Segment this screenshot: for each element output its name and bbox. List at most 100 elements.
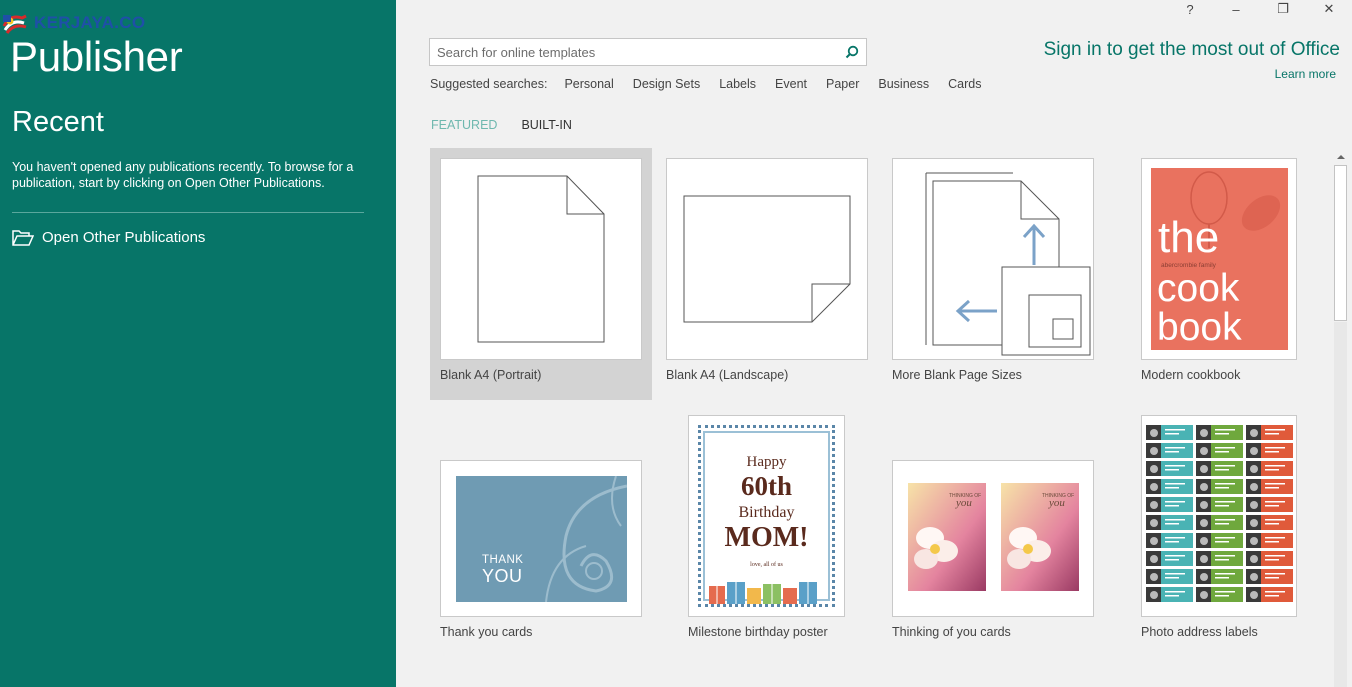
recent-empty-message: You haven't opened any publications rece… — [12, 160, 354, 190]
flower-photo-illustration — [908, 483, 986, 591]
thank-you-line1: THANK — [482, 554, 524, 566]
address-label — [1246, 587, 1293, 602]
address-label — [1196, 551, 1243, 566]
address-label — [1196, 533, 1243, 548]
open-other-publications-button[interactable]: Open Other Publications — [12, 229, 205, 246]
template-thumbnail — [892, 158, 1094, 360]
open-other-label: Open Other Publications — [42, 229, 206, 246]
restore-button[interactable]: ❐ — [1268, 0, 1298, 18]
suggested-paper-link[interactable]: Paper — [826, 77, 859, 91]
template-caption: Blank A4 (Landscape) — [666, 368, 789, 382]
suggested-event-link[interactable]: Event — [775, 77, 807, 91]
address-labels-grid — [1146, 425, 1293, 602]
address-label — [1146, 443, 1193, 458]
address-label — [1196, 515, 1243, 530]
suggested-personal-link[interactable]: Personal — [564, 77, 613, 91]
help-button[interactable]: ? — [1175, 0, 1205, 18]
address-label — [1246, 533, 1293, 548]
recent-heading: Recent — [12, 106, 104, 138]
address-label — [1196, 569, 1243, 584]
blank-landscape-page-icon — [683, 195, 851, 323]
address-label — [1196, 479, 1243, 494]
suggested-searches: Suggested searches: Personal Design Sets… — [430, 77, 1000, 91]
scrollbar-track-lower[interactable] — [1334, 322, 1347, 687]
scrollbar-thumb[interactable] — [1334, 165, 1347, 321]
cookbook-title-cook: cook — [1157, 267, 1240, 310]
search-input[interactable] — [430, 39, 830, 65]
close-button[interactable]: ✕ — [1314, 0, 1344, 18]
template-caption: Photo address labels — [1141, 625, 1258, 639]
template-caption: More Blank Page Sizes — [892, 368, 1022, 382]
template-thumbnail — [1141, 415, 1297, 617]
template-thumbnail — [666, 158, 868, 360]
thinking-card-right: THINKING OF you — [1001, 483, 1079, 591]
blank-portrait-page-icon — [477, 175, 605, 343]
address-label — [1146, 425, 1193, 440]
template-thumbnail — [440, 158, 642, 360]
address-label — [1146, 497, 1193, 512]
template-search-box — [429, 38, 867, 66]
birthday-sign: love, all of us — [750, 562, 783, 568]
address-label — [1146, 551, 1193, 566]
cookbook-title-book: book — [1157, 306, 1242, 349]
learn-more-link[interactable]: Learn more — [1275, 67, 1336, 81]
template-caption: Modern cookbook — [1141, 368, 1241, 382]
birthday-age: 60th — [740, 471, 792, 501]
watermark: KERJAYA.CO — [2, 12, 145, 34]
gift-boxes-illustration — [709, 582, 817, 604]
template-caption: Thinking of you cards — [892, 625, 1011, 639]
address-label — [1196, 461, 1243, 476]
thinking-card-left: THINKING OF you — [908, 483, 986, 591]
sidebar-divider — [12, 212, 364, 213]
flag-logo-icon — [2, 14, 27, 34]
birthday-mom: MOM! — [724, 522, 809, 553]
tab-featured[interactable]: FEATURED — [431, 118, 497, 132]
address-label — [1146, 515, 1193, 530]
cookbook-title-the: the — [1158, 213, 1220, 262]
address-label — [1146, 533, 1193, 548]
template-thumbnail: THANK YOU — [440, 460, 642, 617]
address-label — [1146, 587, 1193, 602]
address-label — [1246, 515, 1293, 530]
address-label — [1146, 569, 1193, 584]
address-label — [1196, 443, 1243, 458]
scroll-up-button[interactable] — [1333, 150, 1348, 164]
thinking-right-line2: you — [1049, 497, 1065, 509]
page-sizes-icon — [925, 172, 1091, 356]
template-caption: Milestone birthday poster — [688, 625, 828, 639]
search-icon — [845, 45, 859, 59]
minimize-button[interactable]: – — [1221, 0, 1251, 18]
scroll-up-arrow-icon — [1336, 155, 1345, 159]
flower-photo-illustration — [1001, 483, 1079, 591]
tab-built-in[interactable]: BUILT-IN — [521, 118, 571, 132]
open-folder-icon — [12, 229, 34, 246]
app-title: Publisher — [10, 33, 183, 80]
suggested-design-sets-link[interactable]: Design Sets — [633, 77, 700, 91]
template-caption: Blank A4 (Portrait) — [440, 368, 542, 382]
template-thumbnail: Happy 60th Birthday MOM! love, all of us — [688, 415, 845, 617]
thank-you-line2: YOU — [482, 566, 523, 586]
address-label — [1146, 479, 1193, 494]
template-caption: Thank you cards — [440, 625, 533, 639]
template-thumbnail: the abercrombie family cook book — [1141, 158, 1297, 360]
template-thumbnail: THINKING OF you THINKING OF you — [892, 460, 1094, 617]
suggested-labels-link[interactable]: Labels — [719, 77, 756, 91]
search-button[interactable] — [842, 43, 862, 61]
thank-you-card: THANK YOU — [456, 476, 627, 602]
cookbook-cover: the abercrombie family cook book — [1151, 168, 1288, 350]
template-tabs: FEATURED BUILT-IN — [431, 118, 572, 132]
address-label — [1146, 461, 1193, 476]
sign-in-link[interactable]: Sign in to get the most out of Office — [1044, 39, 1340, 61]
suggested-business-link[interactable]: Business — [878, 77, 929, 91]
birthday-happy: Happy — [746, 454, 787, 470]
address-label — [1246, 479, 1293, 494]
address-label — [1196, 497, 1243, 512]
address-label — [1246, 443, 1293, 458]
address-label — [1246, 497, 1293, 512]
thinking-left-line2: you — [956, 497, 972, 509]
address-label — [1196, 425, 1243, 440]
address-label — [1246, 461, 1293, 476]
birthday-word: Birthday — [738, 504, 795, 521]
address-label — [1196, 587, 1243, 602]
suggested-cards-link[interactable]: Cards — [948, 77, 981, 91]
